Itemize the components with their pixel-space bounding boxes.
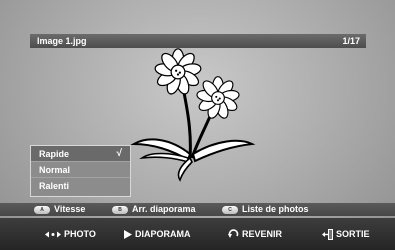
speed-option-ralenti[interactable]: Ralenti — [31, 178, 130, 194]
nav-label: SORTIE — [336, 229, 370, 239]
image-title-bar: Image 1.jpg 1/17 — [30, 34, 366, 48]
nav-photo-button[interactable]: PHOTO — [45, 218, 96, 250]
speed-option-normal[interactable]: Normal — [31, 162, 130, 178]
check-icon: √ — [116, 148, 123, 159]
nav-label: PHOTO — [64, 229, 96, 239]
nav-revenir-button[interactable]: REVENIR — [228, 218, 282, 250]
nav-sortie-button[interactable]: SORTIE — [322, 218, 370, 250]
b-button-icon: B — [112, 205, 128, 214]
speed-menu: Rapide √ Normal Ralenti — [30, 145, 131, 197]
speed-option-label: Rapide — [39, 149, 70, 159]
return-arrow-icon — [228, 229, 239, 239]
color-key-c[interactable]: C Liste de photos — [222, 203, 309, 216]
exit-door-icon — [322, 228, 333, 240]
color-key-a[interactable]: A Vitesse — [34, 203, 85, 216]
nav-label: REVENIR — [242, 229, 283, 239]
color-key-label: Liste de photos — [242, 204, 309, 214]
color-key-b[interactable]: B Arr. diaporama — [112, 203, 196, 216]
c-button-icon: C — [222, 205, 238, 214]
play-icon — [124, 229, 132, 239]
color-key-label: Vitesse — [54, 204, 86, 214]
color-button-bar: A Vitesse B Arr. diaporama C Liste de ph… — [0, 203, 395, 216]
speed-option-label: Ralenti — [39, 181, 70, 191]
speed-option-label: Normal — [39, 165, 71, 175]
image-counter: 1/17 — [342, 36, 360, 46]
a-button-icon: A — [34, 205, 50, 214]
color-key-label: Arr. diaporama — [132, 204, 196, 214]
image-filename: Image 1.jpg — [37, 36, 87, 46]
bottom-nav-bar: PHOTO DIAPORAMA REVENIR SORTIE — [0, 218, 395, 250]
nav-label: DIAPORAMA — [135, 229, 191, 239]
speed-option-rapide[interactable]: Rapide √ — [31, 146, 130, 162]
left-right-arrows-icon — [45, 230, 61, 239]
nav-diaporama-button[interactable]: DIAPORAMA — [124, 218, 191, 250]
